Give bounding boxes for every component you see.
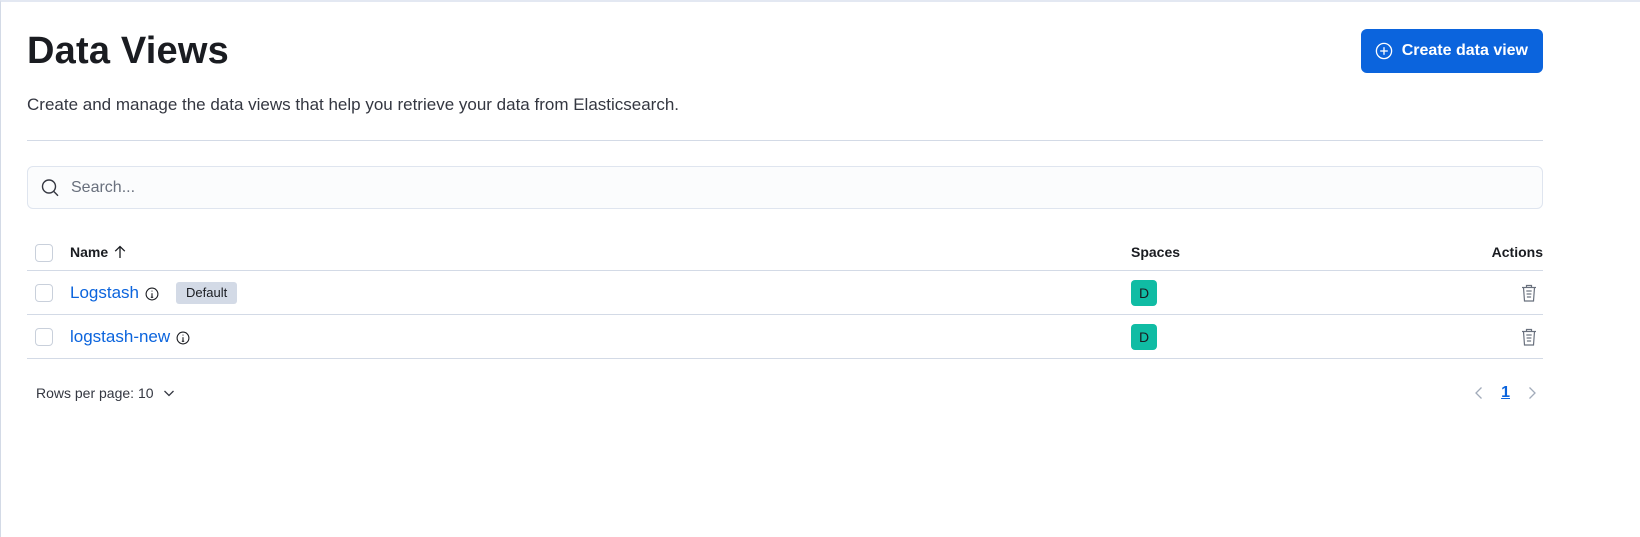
- trash-icon: [1522, 328, 1536, 346]
- row-select-cell: [27, 327, 70, 346]
- row-checkbox[interactable]: [35, 283, 53, 302]
- table-header-row: Name Spaces Actions: [27, 240, 1543, 271]
- delete-button[interactable]: [1518, 326, 1540, 348]
- name-column-header[interactable]: Name: [70, 244, 127, 260]
- delete-button[interactable]: [1518, 282, 1540, 304]
- name-column-header-cell: Name: [70, 244, 1131, 260]
- data-views-table: Name Spaces Actions Logstash Default D l…: [27, 240, 1543, 359]
- chevron-down-icon: [162, 386, 176, 400]
- data-view-link[interactable]: Logstash: [70, 283, 139, 303]
- chevron-right-icon[interactable]: [1524, 385, 1540, 401]
- info-icon[interactable]: [145, 287, 159, 301]
- search-icon: [40, 178, 60, 198]
- data-views-page: Data Views Create data view Create and m…: [0, 0, 1640, 537]
- actions-column-header-cell: Actions: [1251, 244, 1543, 260]
- select-all-cell: [27, 244, 70, 262]
- search-input[interactable]: [71, 167, 1542, 208]
- pagination: 1: [1471, 384, 1543, 402]
- table-row: logstash-new D: [27, 315, 1543, 359]
- arrow-up-icon: [113, 245, 127, 259]
- row-checkbox[interactable]: [35, 327, 53, 346]
- default-badge: Default: [176, 281, 238, 304]
- actions-column-header: Actions: [1491, 244, 1543, 260]
- data-view-link[interactable]: logstash-new: [70, 327, 170, 347]
- space-avatar[interactable]: D: [1131, 323, 1157, 350]
- rows-per-page-button[interactable]: Rows per page: 10: [27, 385, 176, 401]
- create-data-view-button[interactable]: Create data view: [1360, 29, 1543, 73]
- chevron-left-icon[interactable]: [1471, 385, 1487, 401]
- spaces-cell: D: [1131, 279, 1251, 306]
- spaces-cell: D: [1131, 323, 1251, 350]
- spaces-column-header: Spaces: [1131, 244, 1181, 260]
- trash-icon: [1522, 284, 1536, 302]
- name-cell: Logstash Default: [70, 281, 1131, 304]
- plus-in-circle-icon: [1375, 42, 1393, 60]
- row-select-cell: [27, 283, 70, 302]
- name-column-label: Name: [70, 244, 109, 260]
- create-data-view-label: Create data view: [1401, 42, 1528, 59]
- page-header: Data Views Create data view: [27, 2, 1543, 96]
- page-description: Create and manage the data views that he…: [27, 95, 680, 114]
- space-avatar[interactable]: D: [1131, 279, 1157, 306]
- actions-cell: [1251, 326, 1543, 348]
- info-icon[interactable]: [176, 331, 190, 345]
- actions-cell: [1251, 282, 1543, 304]
- table-row: Logstash Default D: [27, 271, 1543, 315]
- header-divider: [27, 140, 1543, 141]
- search-bar: [27, 166, 1543, 209]
- page-title: Data Views: [27, 30, 229, 72]
- rows-per-page-label: Rows per page: 10: [36, 385, 154, 401]
- page-number-button[interactable]: 1: [1497, 384, 1514, 402]
- name-cell: logstash-new: [70, 327, 1131, 347]
- spaces-column-header-cell: Spaces: [1131, 244, 1251, 262]
- table-footer: Rows per page: 10 1: [27, 380, 1543, 406]
- select-all-checkbox[interactable]: [35, 244, 53, 262]
